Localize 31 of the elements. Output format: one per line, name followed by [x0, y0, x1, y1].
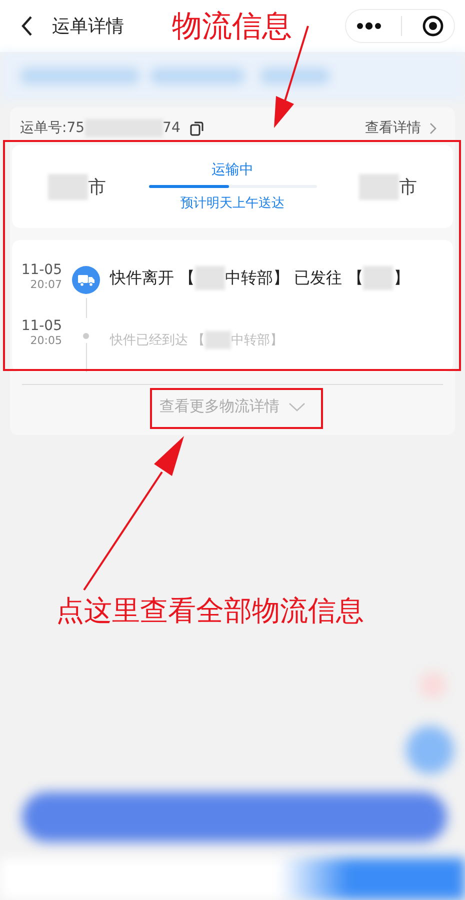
event-description: 快件已经到达 【 — [110, 332, 206, 349]
event-description: 】 — [393, 268, 410, 288]
event-description: 中转部】 — [231, 332, 284, 349]
redacted-text — [48, 174, 88, 200]
chevron-down-icon — [288, 402, 306, 412]
annotation-text: 物流信息 — [172, 8, 292, 46]
event-description: 快件离开 【 — [110, 268, 196, 288]
event-time: 20:05 — [30, 334, 62, 347]
copy-icon[interactable] — [190, 120, 204, 136]
event-date: 11-05 — [21, 262, 62, 278]
chevron-right-icon — [429, 122, 437, 134]
back-icon[interactable] — [20, 15, 34, 37]
origin-city: 市 — [88, 176, 106, 198]
truck-icon — [72, 266, 100, 294]
destination-city: 市 — [399, 176, 417, 198]
event-time: 20:07 — [30, 278, 62, 291]
annotation-text: 点这里查看全部物流信息 — [56, 593, 364, 629]
redacted-text — [205, 331, 232, 349]
more-icon[interactable] — [356, 22, 382, 30]
event-date: 11-05 — [21, 318, 62, 334]
delivery-estimate: 预计明天上午送达 — [180, 195, 284, 212]
waybill-number-end: 74 — [162, 120, 180, 136]
redacted-text — [195, 266, 226, 290]
shipping-status: 运输中 — [212, 161, 254, 179]
page-title: 运单详情 — [52, 15, 124, 38]
event-description: 中转部】 已发往 【 — [225, 268, 364, 288]
timeline-dot — [83, 333, 89, 339]
redacted-text — [359, 174, 399, 200]
waybill-number: 运单号:75 — [20, 119, 85, 137]
view-details-link[interactable]: 查看详情 — [365, 119, 437, 137]
redacted-text — [363, 266, 394, 290]
